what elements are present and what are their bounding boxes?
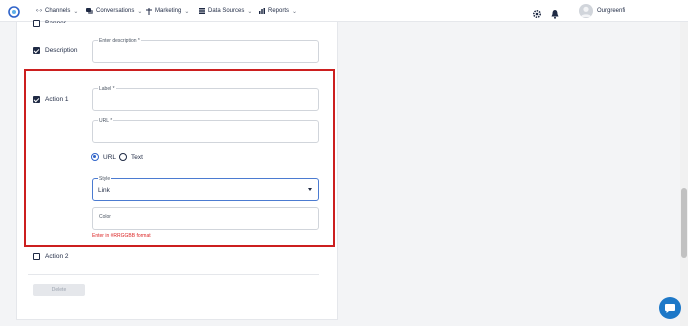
section-divider [28,274,319,275]
nav-reports[interactable]: Reports ⌄ [259,0,297,22]
description-input[interactable]: Enter description * [92,38,319,63]
marketing-icon [146,7,152,15]
nav-data-sources[interactable]: Data Sources ⌄ [199,0,252,22]
chevron-down-icon: ⌄ [292,8,298,15]
banner-checkbox[interactable] [33,20,40,27]
nav-reports-label: Reports [268,8,290,14]
chevron-down-icon: ⌄ [184,8,190,15]
banner-checkbox-label: Banner [45,20,66,23]
highlight-box [24,69,335,247]
app-logo-icon[interactable] [8,5,20,18]
chat-icon [665,304,675,313]
chevron-down-icon: ⌄ [73,8,79,15]
chat-widget-button[interactable] [659,297,681,319]
description-checkbox-label: Description [45,47,78,54]
description-checkbox[interactable] [33,47,40,54]
nav-conversations[interactable]: Conversations ⌄ [86,0,142,22]
scrollbar-track[interactable] [680,22,688,326]
reports-icon [259,8,265,14]
channels-icon: ‹·› [36,8,42,14]
delete-button[interactable]: Delete [33,284,85,296]
data-sources-icon [199,8,205,14]
user-name-fade [625,1,688,21]
action2-checkbox[interactable] [33,253,40,260]
top-nav-bar: ‹·› Channels ⌄ Conversations ⌄ Marketing… [0,0,688,22]
nav-conversations-label: Conversations [96,8,135,14]
nav-channels[interactable]: ‹·› Channels ⌄ [36,0,78,22]
nav-marketing[interactable]: Marketing ⌄ [146,0,189,22]
chevron-down-icon: ⌄ [137,8,143,15]
conversations-icon [86,8,93,14]
user-name[interactable]: Ourgreenfi [597,0,625,22]
notification-bell-icon[interactable] [550,6,560,19]
chevron-down-icon: ⌄ [247,8,253,15]
nav-marketing-label: Marketing [155,8,182,14]
nav-data-sources-label: Data Sources [208,8,245,14]
user-avatar[interactable] [579,4,593,18]
description-input-label: Enter description * [98,38,141,44]
scrollbar-thumb[interactable] [681,188,687,258]
action2-checkbox-label: Action 2 [45,253,69,260]
settings-gear-icon[interactable] [532,6,542,19]
nav-channels-label: Channels [45,8,71,14]
